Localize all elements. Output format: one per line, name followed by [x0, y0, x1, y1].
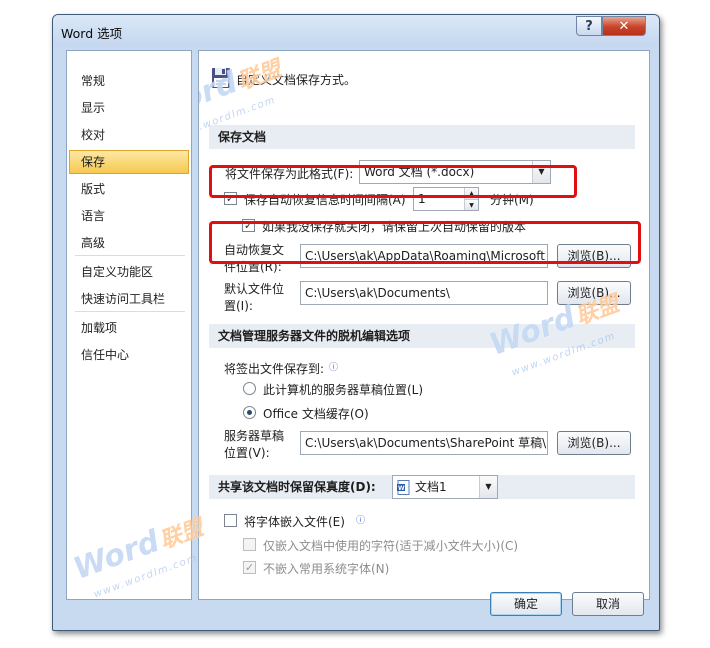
close-icon: ✕	[618, 18, 630, 34]
ok-button[interactable]: 确定	[490, 592, 562, 616]
default-location-label-line2: 置(I):	[224, 299, 253, 313]
nav-divider	[75, 255, 185, 256]
browse-autorecover-button[interactable]: 浏览(B)...	[557, 244, 631, 268]
autorecover-location-value: C:\Users\ak\AppData\Roaming\Microsoft	[305, 249, 545, 263]
word-options-dialog: Word 选项 ? ✕ 常规 显示 校对 保存 版式 语言 高级 自定义功能区 …	[52, 14, 660, 631]
no-common-fonts-label: 不嵌入常用系统字体(N)	[263, 562, 390, 576]
title-bar[interactable]: Word 选项 ? ✕	[53, 15, 659, 47]
keep-last-version-label: 如果我没保存就关闭，请保留上次自动保留的版本	[262, 220, 527, 234]
save-format-label: 将文件保存为此格式(F):	[225, 167, 354, 181]
autorecover-minutes-input[interactable]: 1 ▲ ▼	[413, 187, 479, 211]
radio-office-cache[interactable]	[243, 406, 256, 419]
chevron-down-icon[interactable]: ▼	[532, 161, 550, 183]
server-drafts-label-line2: 位置(V):	[224, 446, 270, 460]
default-location-value: C:\Users\ak\Documents\	[305, 286, 450, 300]
nav-item-trust-center[interactable]: 信任中心	[69, 343, 189, 367]
nav-item-save[interactable]: 保存	[69, 150, 189, 174]
default-location-input[interactable]: C:\Users\ak\Documents\	[300, 281, 548, 305]
server-drafts-input[interactable]: C:\Users\ak\Documents\SharePoint 草稿\	[300, 431, 548, 455]
keep-last-version-checkbox[interactable]: ✓	[242, 219, 255, 232]
embed-used-chars-label: 仅嵌入文档中使用的字符(适于减小文件大小)(C)	[263, 539, 519, 553]
radio-server-drafts-label: 此计算机的服务器草稿位置(L)	[263, 383, 424, 397]
autorecover-location-input[interactable]: C:\Users\ak\AppData\Roaming\Microsoft	[300, 244, 548, 268]
radio-office-cache-label: Office 文档缓存(O)	[263, 407, 369, 421]
options-nav: 常规 显示 校对 保存 版式 语言 高级 自定义功能区 快速访问工具栏 加载项 …	[66, 50, 192, 600]
nav-divider	[75, 311, 185, 312]
dialog-title: Word 选项	[61, 26, 123, 41]
save-options-pane: 自定义文档保存方式。 保存文档 将文件保存为此格式(F): Word 文档 (*…	[198, 50, 650, 600]
nav-item-quick-access-toolbar[interactable]: 快速访问工具栏	[69, 287, 189, 311]
nav-item-customize-ribbon[interactable]: 自定义功能区	[69, 260, 189, 284]
browse-server-drafts-button[interactable]: 浏览(B)...	[557, 431, 631, 455]
save-format-dropdown[interactable]: Word 文档 (*.docx) ▼	[359, 160, 551, 184]
spin-down-icon[interactable]: ▼	[465, 199, 478, 210]
nav-item-advanced[interactable]: 高级	[69, 231, 189, 255]
nav-item-proofing[interactable]: 校对	[69, 123, 189, 147]
pane-header-text: 自定义文档保存方式。	[236, 73, 357, 87]
save-format-value: Word 文档 (*.docx)	[364, 165, 475, 179]
minutes-spinner[interactable]: ▲ ▼	[464, 188, 478, 210]
word-document-icon: W	[397, 480, 410, 495]
checkout-label: 将签出文件保存到:	[224, 362, 325, 376]
fidelity-document-dropdown[interactable]: W 文档1 ▼	[392, 475, 498, 499]
save-floppy-icon	[212, 68, 230, 88]
fidelity-label: 共享该文档时保留保真度(D):	[218, 480, 376, 494]
browse-default-button[interactable]: 浏览(B)...	[557, 281, 631, 305]
autorecover-location-label-line2: 件位置(R):	[224, 260, 282, 274]
spin-up-icon[interactable]: ▲	[465, 188, 478, 199]
no-common-fonts-checkbox[interactable]: ✓	[243, 561, 256, 574]
nav-item-language[interactable]: 语言	[69, 204, 189, 228]
autorecover-checkbox[interactable]: ✓	[224, 192, 237, 205]
nav-item-general[interactable]: 常规	[69, 69, 189, 93]
chevron-down-icon[interactable]: ▼	[479, 476, 497, 498]
embed-fonts-checkbox[interactable]	[224, 514, 237, 527]
info-icon[interactable]: ⓘ	[356, 513, 365, 526]
info-icon[interactable]: ⓘ	[329, 360, 338, 373]
embed-used-chars-checkbox[interactable]	[243, 538, 256, 551]
server-drafts-value: C:\Users\ak\Documents\SharePoint 草稿\	[305, 436, 547, 450]
nav-item-layout[interactable]: 版式	[69, 177, 189, 201]
close-button[interactable]: ✕	[602, 16, 646, 36]
help-icon: ?	[585, 18, 593, 34]
svg-text:W: W	[398, 485, 405, 492]
radio-server-drafts[interactable]	[243, 382, 256, 395]
autorecover-location-label: 自动恢复文	[224, 243, 285, 257]
minutes-unit-label: 分钟(M)	[490, 193, 534, 207]
section-save-documents: 保存文档	[209, 125, 635, 149]
nav-item-display[interactable]: 显示	[69, 96, 189, 120]
help-button[interactable]: ?	[576, 16, 602, 36]
section-offline-editing: 文档管理服务器文件的脱机编辑选项	[209, 324, 635, 348]
server-drafts-label: 服务器草稿	[224, 429, 285, 443]
cancel-button[interactable]: 取消	[572, 592, 644, 616]
fidelity-document-value: 文档1	[415, 480, 447, 494]
default-location-label: 默认文件位	[224, 282, 285, 296]
autorecover-minutes-value: 1	[418, 192, 426, 206]
embed-fonts-label: 将字体嵌入文件(E)	[244, 515, 345, 529]
nav-item-add-ins[interactable]: 加载项	[69, 316, 189, 340]
autorecover-label: 保存自动恢复信息时间间隔(A)	[244, 193, 406, 207]
